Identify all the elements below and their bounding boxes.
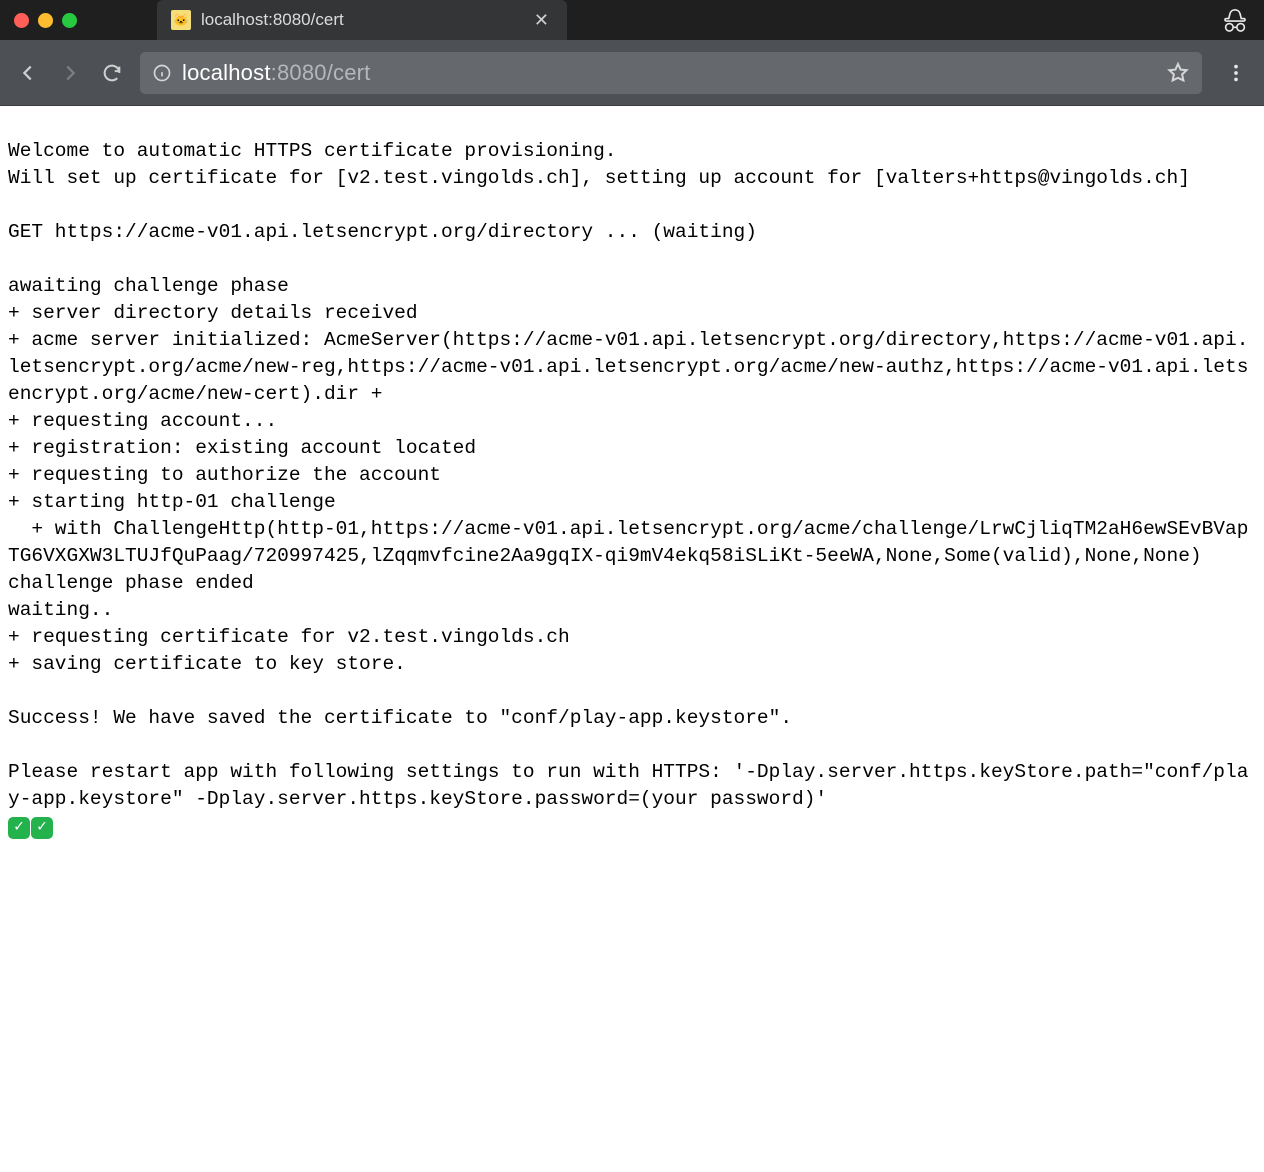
forward-button[interactable]: [56, 59, 84, 87]
reload-button[interactable]: [98, 59, 126, 87]
site-info-icon[interactable]: [152, 63, 172, 83]
tab-favicon-icon: 🐱: [171, 10, 191, 30]
browser-toolbar: localhost:8080/cert: [0, 40, 1264, 106]
url-host: localhost: [182, 60, 271, 85]
success-indicators: ✓✓: [8, 817, 54, 839]
url-path: :8080/cert: [271, 60, 371, 85]
overflow-menu-button[interactable]: [1222, 59, 1250, 87]
browser-tab[interactable]: 🐱 localhost:8080/cert ✕: [157, 0, 567, 40]
checkmark-icon: ✓: [31, 817, 53, 839]
tab-title: localhost:8080/cert: [201, 10, 520, 30]
page-body-text: Welcome to automatic HTTPS certificate p…: [8, 140, 1248, 810]
address-bar[interactable]: localhost:8080/cert: [140, 52, 1202, 94]
window-titlebar: 🐱 localhost:8080/cert ✕: [0, 0, 1264, 40]
back-button[interactable]: [14, 59, 42, 87]
traffic-lights: [14, 13, 77, 28]
url-text: localhost:8080/cert: [182, 60, 1156, 86]
bookmark-star-icon[interactable]: [1166, 61, 1190, 85]
window-minimize-button[interactable]: [38, 13, 53, 28]
incognito-icon: [1220, 6, 1250, 41]
checkmark-icon: ✓: [8, 817, 30, 839]
window-close-button[interactable]: [14, 13, 29, 28]
page-content: Welcome to automatic HTTPS certificate p…: [0, 106, 1264, 848]
tab-close-button[interactable]: ✕: [530, 10, 553, 31]
window-maximize-button[interactable]: [62, 13, 77, 28]
